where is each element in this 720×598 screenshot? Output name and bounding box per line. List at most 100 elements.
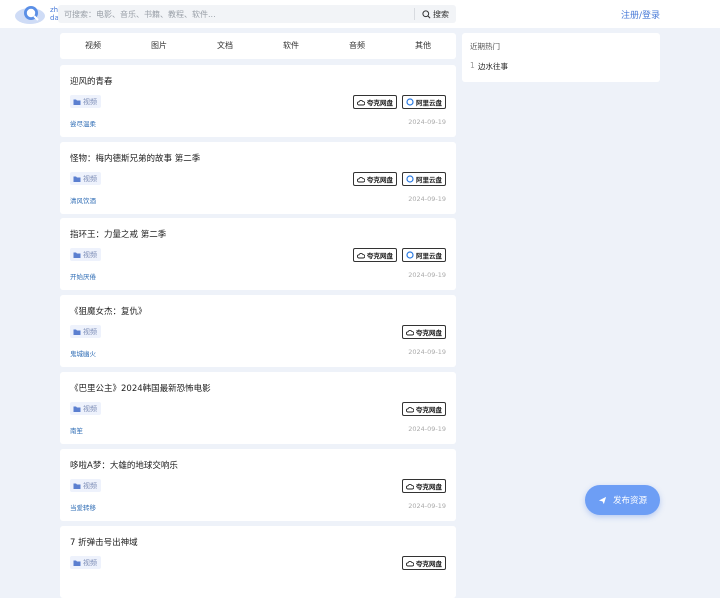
- aliyun-button-label: 阿里云盘: [416, 252, 442, 260]
- post-card[interactable]: 《巴里公主》2024韩国最新恐怖电影视频 夸克网盘南笙 2024-09-19: [60, 372, 456, 444]
- aliyun-icon: [406, 175, 414, 183]
- type-tag: 视频: [70, 556, 101, 569]
- post-author[interactable]: 清风饮酒: [70, 195, 96, 205]
- folder-icon: [73, 176, 81, 182]
- hot-panel-title: 近期热门: [470, 42, 500, 51]
- search-icon: [422, 9, 431, 18]
- cloud-icon: [406, 483, 414, 489]
- post-title[interactable]: 迎风的青春: [70, 75, 113, 87]
- quark-button[interactable]: 夸克网盘: [402, 402, 446, 416]
- aliyun-icon: [406, 251, 414, 259]
- publish-button-label: 发布资源: [612, 496, 647, 506]
- post-title[interactable]: 指环王：力量之戒 第二季: [70, 228, 166, 240]
- post-card[interactable]: 怪物：梅内德斯兄弟的故事 第二季视频 夸克网盘 阿里云盘清风饮酒 2024-09-19: [60, 142, 456, 214]
- quark-button[interactable]: 夸克网盘: [402, 325, 446, 339]
- post-author[interactable]: 南笙: [70, 425, 83, 435]
- folder-icon: [73, 483, 81, 489]
- download-buttons: 夸克网盘: [402, 325, 446, 339]
- publish-button[interactable]: 发布资源: [585, 485, 660, 515]
- post-author[interactable]: 尝尽温柔: [70, 118, 96, 128]
- post-title[interactable]: 《巴里公主》2024韩国最新恐怖电影: [70, 382, 211, 394]
- post-author[interactable]: 开始厌倦: [70, 271, 96, 281]
- hot-item[interactable]: 边水往事: [478, 61, 508, 72]
- search-divider: [414, 8, 415, 20]
- aliyun-button-label: 阿里云盘: [416, 99, 442, 107]
- tab-other[interactable]: 其他: [390, 33, 456, 59]
- quark-button-label: 夸克网盘: [416, 483, 442, 491]
- post-date: 2024-09-19: [408, 195, 446, 203]
- quark-button[interactable]: 夸克网盘: [353, 172, 397, 186]
- download-buttons: 夸克网盘 阿里云盘: [353, 248, 446, 262]
- hot-rank: 1: [470, 61, 475, 70]
- folder-icon: [73, 560, 81, 566]
- post-card[interactable]: 哆啦A梦：大雄的地球交响乐视频 夸克网盘当爱转移 2024-09-19: [60, 449, 456, 521]
- post-date: 2024-09-19: [408, 502, 446, 510]
- search-button[interactable]: 搜索: [422, 7, 449, 21]
- quark-button[interactable]: 夸克网盘: [353, 95, 397, 109]
- folder-icon: [73, 252, 81, 258]
- tab-video[interactable]: 视频: [60, 33, 126, 59]
- type-tag: 视频: [70, 479, 101, 492]
- aliyun-button[interactable]: 阿里云盘: [402, 95, 446, 109]
- cloud-icon: [406, 406, 414, 412]
- quark-button-label: 夸克网盘: [416, 406, 442, 414]
- type-tag-label: 视频: [83, 404, 97, 413]
- hot-panel: 近期热门 1 边水往事: [462, 33, 660, 82]
- post-date: 2024-09-19: [408, 271, 446, 279]
- post-author[interactable]: 当爱转移: [70, 502, 96, 512]
- quark-button-label: 夸克网盘: [416, 560, 442, 568]
- type-tag-label: 视频: [83, 250, 97, 259]
- search-input[interactable]: [64, 5, 404, 23]
- folder-icon: [73, 329, 81, 335]
- post-date: 2024-09-19: [408, 425, 446, 433]
- cloud-icon: [357, 99, 365, 105]
- top-bar: zh da 搜索 注册/登录: [0, 0, 720, 28]
- folder-icon: [73, 406, 81, 412]
- login-register-link[interactable]: 注册/登录: [621, 8, 660, 21]
- aliyun-button-label: 阿里云盘: [416, 176, 442, 184]
- folder-icon: [73, 99, 81, 105]
- category-tabs: 视频 图片 文档 软件 音频 其他: [60, 33, 456, 59]
- post-card[interactable]: 7 折弹击号出神域视频 夸克网盘: [60, 526, 456, 598]
- type-tag: 视频: [70, 95, 101, 108]
- tab-audio[interactable]: 音频: [324, 33, 390, 59]
- post-title[interactable]: 7 折弹击号出神域: [70, 536, 138, 548]
- aliyun-button[interactable]: 阿里云盘: [402, 248, 446, 262]
- aliyun-button[interactable]: 阿里云盘: [402, 172, 446, 186]
- quark-button[interactable]: 夸克网盘: [402, 556, 446, 570]
- type-tag-label: 视频: [83, 97, 97, 106]
- type-tag: 视频: [70, 172, 101, 185]
- quark-button-label: 夸克网盘: [416, 329, 442, 337]
- post-title[interactable]: 《狙魔女杰：复仇》: [70, 305, 147, 317]
- post-card[interactable]: 迎风的青春视频 夸克网盘 阿里云盘尝尽温柔 2024-09-19: [60, 65, 456, 137]
- download-buttons: 夸克网盘 阿里云盘: [353, 172, 446, 186]
- quark-button-label: 夸克网盘: [367, 252, 393, 260]
- search-bar: 搜索: [58, 5, 456, 23]
- quark-button[interactable]: 夸克网盘: [353, 248, 397, 262]
- tab-software[interactable]: 软件: [258, 33, 324, 59]
- tab-image[interactable]: 图片: [126, 33, 192, 59]
- post-card[interactable]: 《狙魔女杰：复仇》视频 夸克网盘鬼城幽火 2024-09-19: [60, 295, 456, 367]
- cloud-icon: [406, 560, 414, 566]
- post-title[interactable]: 哆啦A梦：大雄的地球交响乐: [70, 459, 178, 471]
- post-title[interactable]: 怪物：梅内德斯兄弟的故事 第二季: [70, 152, 200, 164]
- type-tag-label: 视频: [83, 481, 97, 490]
- quark-button-label: 夸克网盘: [367, 176, 393, 184]
- tab-document[interactable]: 文档: [192, 33, 258, 59]
- quark-button-label: 夸克网盘: [367, 99, 393, 107]
- cloud-icon: [406, 329, 414, 335]
- cloud-icon: [357, 176, 365, 182]
- quark-button[interactable]: 夸克网盘: [402, 479, 446, 493]
- type-tag-label: 视频: [83, 327, 97, 336]
- type-tag-label: 视频: [83, 558, 97, 567]
- post-date: 2024-09-19: [408, 118, 446, 126]
- site-logo-icon[interactable]: [14, 3, 46, 25]
- download-buttons: 夸克网盘 阿里云盘: [353, 95, 446, 109]
- type-tag: 视频: [70, 325, 101, 338]
- send-icon: [598, 496, 607, 504]
- type-tag-label: 视频: [83, 174, 97, 183]
- post-date: 2024-09-19: [408, 348, 446, 356]
- post-card[interactable]: 指环王：力量之戒 第二季视频 夸克网盘 阿里云盘开始厌倦 2024-09-19: [60, 218, 456, 290]
- post-author[interactable]: 鬼城幽火: [70, 348, 96, 358]
- download-buttons: 夸克网盘: [402, 402, 446, 416]
